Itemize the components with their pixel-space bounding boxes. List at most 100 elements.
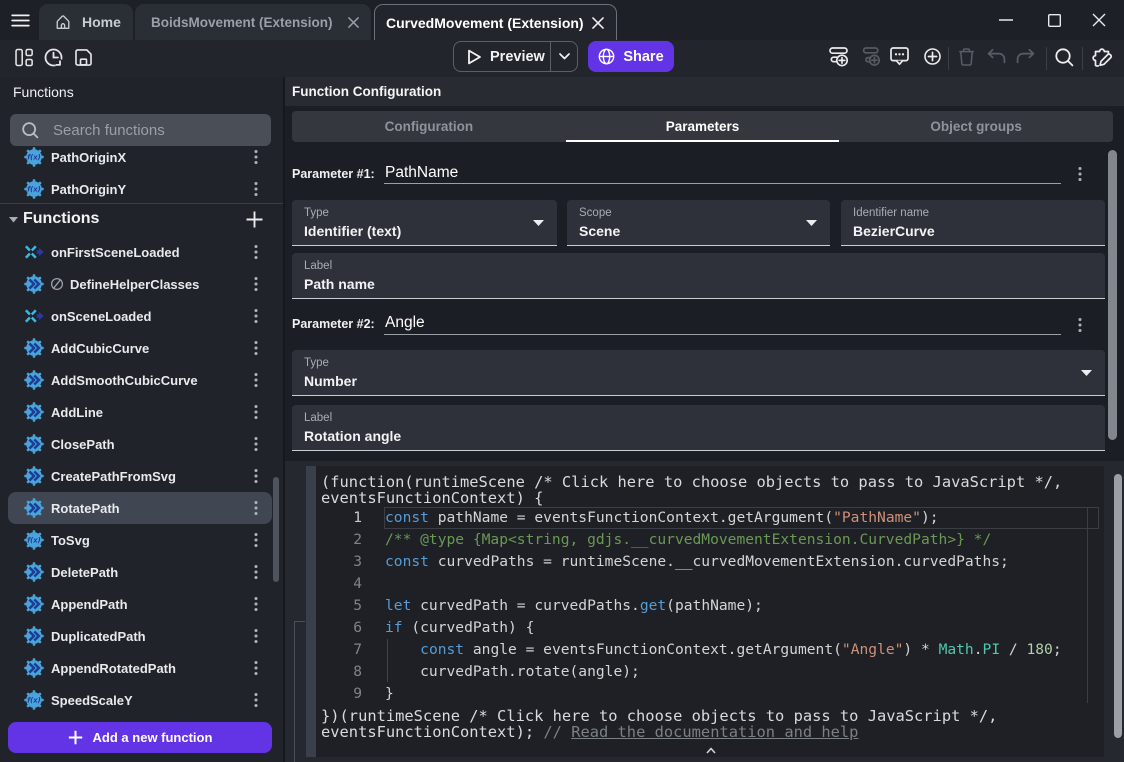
field-label: Label <box>304 412 332 424</box>
parameters-scrollbar[interactable] <box>1108 150 1117 440</box>
parameter-2-name-input[interactable]: Angle <box>385 314 425 332</box>
function-list-item[interactable]: ClosePath <box>0 428 283 460</box>
menu-icon[interactable] <box>11 14 31 27</box>
collapse-code-icon[interactable] <box>706 747 716 754</box>
label-input[interactable]: Label Path name <box>292 253 1105 299</box>
window-maximize-button[interactable] <box>1039 9 1069 31</box>
sidebar-scrollbar[interactable] <box>273 477 279 582</box>
tab-configuration[interactable]: Configuration <box>292 111 566 142</box>
event-drag-handle[interactable] <box>306 466 316 757</box>
tab-parameters[interactable]: Parameters <box>566 111 840 142</box>
function-list-item[interactable]: AddLine <box>0 396 283 428</box>
preview-button[interactable]: Preview <box>454 49 550 65</box>
edit-extension-icon[interactable] <box>1091 47 1113 68</box>
share-label: Share <box>623 49 663 65</box>
search-icon <box>22 122 39 139</box>
add-event-icon[interactable] <box>829 47 849 68</box>
function-list-item[interactable]: onFirstSceneLoaded <box>0 236 283 268</box>
save-icon[interactable] <box>74 48 93 67</box>
share-button[interactable]: Share <box>588 41 674 72</box>
function-list-item[interactable]: PathOriginY <box>0 173 283 205</box>
function-list-item[interactable]: DuplicatedPath <box>0 620 283 652</box>
function-list-item[interactable]: AddCubicCurve <box>0 332 283 364</box>
tab-object-groups[interactable]: Object groups <box>839 111 1113 142</box>
function-list-item[interactable]: DeletePath <box>0 556 283 588</box>
kebab-menu-icon[interactable] <box>251 435 261 453</box>
function-list-item[interactable]: DefineHelperClasses <box>0 268 283 300</box>
home-icon <box>54 13 72 31</box>
function-list-item[interactable]: SpeedScaleY <box>0 684 283 716</box>
kebab-menu-icon[interactable] <box>251 595 261 613</box>
dropdown-arrow-icon <box>533 220 544 226</box>
field-value: Scene <box>579 223 620 239</box>
close-icon[interactable] <box>348 17 359 28</box>
kebab-menu-icon[interactable] <box>251 371 261 389</box>
undo-icon[interactable] <box>987 49 1006 64</box>
javascript-code-event[interactable]: (function(runtimeScene /* Click here to … <box>316 466 1104 757</box>
action-function-icon <box>24 594 44 614</box>
label-input[interactable]: Label Rotation angle <box>292 405 1105 451</box>
kebab-menu-icon[interactable] <box>251 180 261 198</box>
function-list-item[interactable]: AppendPath <box>0 588 283 620</box>
open-project-manager-icon[interactable] <box>15 48 33 67</box>
preview-options-button[interactable] <box>551 53 577 60</box>
parameter-2-kebab-icon[interactable] <box>1075 316 1085 334</box>
delete-icon[interactable] <box>958 48 975 66</box>
scope-select[interactable]: Scope Scene <box>567 200 830 246</box>
function-list-item[interactable]: AddSmoothCubicCurve <box>0 364 283 396</box>
collapse-arrow-icon[interactable] <box>9 217 18 223</box>
kebab-menu-icon[interactable] <box>251 148 261 166</box>
function-list-item[interactable]: PathOriginX <box>0 141 283 173</box>
tab-boidsmovement[interactable]: BoidsMovement (Extension) <box>135 4 371 40</box>
code-text: const curvedPaths = runtimeScene.__curve… <box>385 551 1009 573</box>
kebab-menu-icon[interactable] <box>251 403 261 421</box>
window-minimize-button[interactable] <box>991 9 1021 31</box>
type-select[interactable]: Type Number <box>292 350 1105 396</box>
kebab-menu-icon[interactable] <box>251 499 261 517</box>
tab-curvedmovement[interactable]: CurvedMovement (Extension) <box>374 4 617 40</box>
search-icon[interactable] <box>1055 48 1074 67</box>
add-circle-icon[interactable] <box>924 48 941 65</box>
window-close-button[interactable] <box>1084 9 1114 31</box>
kebab-menu-icon[interactable] <box>251 627 261 645</box>
function-list-item[interactable]: ToSvg <box>0 524 283 556</box>
close-icon[interactable] <box>592 17 604 29</box>
kebab-menu-icon[interactable] <box>251 243 261 261</box>
expression-function-icon <box>24 147 44 167</box>
function-list-item[interactable]: CreatePathFromSvg <box>0 460 283 492</box>
kebab-menu-icon[interactable] <box>251 563 261 581</box>
functions-section-header[interactable]: Functions <box>0 204 283 236</box>
kebab-menu-icon[interactable] <box>251 531 261 549</box>
add-function-icon[interactable] <box>246 211 263 228</box>
function-name: SpeedScaleY <box>51 693 133 708</box>
events-scrollbar[interactable] <box>1114 474 1122 738</box>
kebab-menu-icon[interactable] <box>251 691 261 709</box>
line-number: 3 <box>316 551 362 573</box>
kebab-menu-icon[interactable] <box>251 467 261 485</box>
input-underline <box>384 334 1061 335</box>
documentation-link[interactable]: Read the documentation and help <box>571 723 858 741</box>
add-comment-icon[interactable] <box>890 47 909 66</box>
function-list-item[interactable]: AppendRotatedPath <box>0 652 283 684</box>
dropdown-arrow-icon <box>1081 370 1092 376</box>
parameter-1-kebab-icon[interactable] <box>1075 165 1085 183</box>
function-list-item[interactable]: RotatePath <box>0 492 283 524</box>
lifecycle-function-icon <box>24 306 44 326</box>
version-history-icon[interactable] <box>43 47 64 68</box>
parameter-1-name-input[interactable]: PathName <box>385 164 458 182</box>
type-select[interactable]: Type Identifier (text) <box>292 200 557 246</box>
kebab-menu-icon[interactable] <box>251 275 261 293</box>
add-subevent-icon[interactable] <box>861 47 881 68</box>
expression-function-icon <box>24 179 44 199</box>
tab-home[interactable]: Home <box>39 4 133 40</box>
redo-icon[interactable] <box>1016 49 1035 64</box>
line-number: 4 <box>316 573 362 595</box>
add-new-function-button[interactable]: Add a new function <box>8 722 272 753</box>
kebab-menu-icon[interactable] <box>251 339 261 357</box>
function-list-item[interactable]: onSceneLoaded <box>0 300 283 332</box>
function-name: ClosePath <box>51 437 115 452</box>
code-text: } <box>385 683 394 705</box>
identifier-name-input[interactable]: Identifier name BezierCurve <box>841 200 1105 246</box>
kebab-menu-icon[interactable] <box>251 659 261 677</box>
kebab-menu-icon[interactable] <box>251 307 261 325</box>
